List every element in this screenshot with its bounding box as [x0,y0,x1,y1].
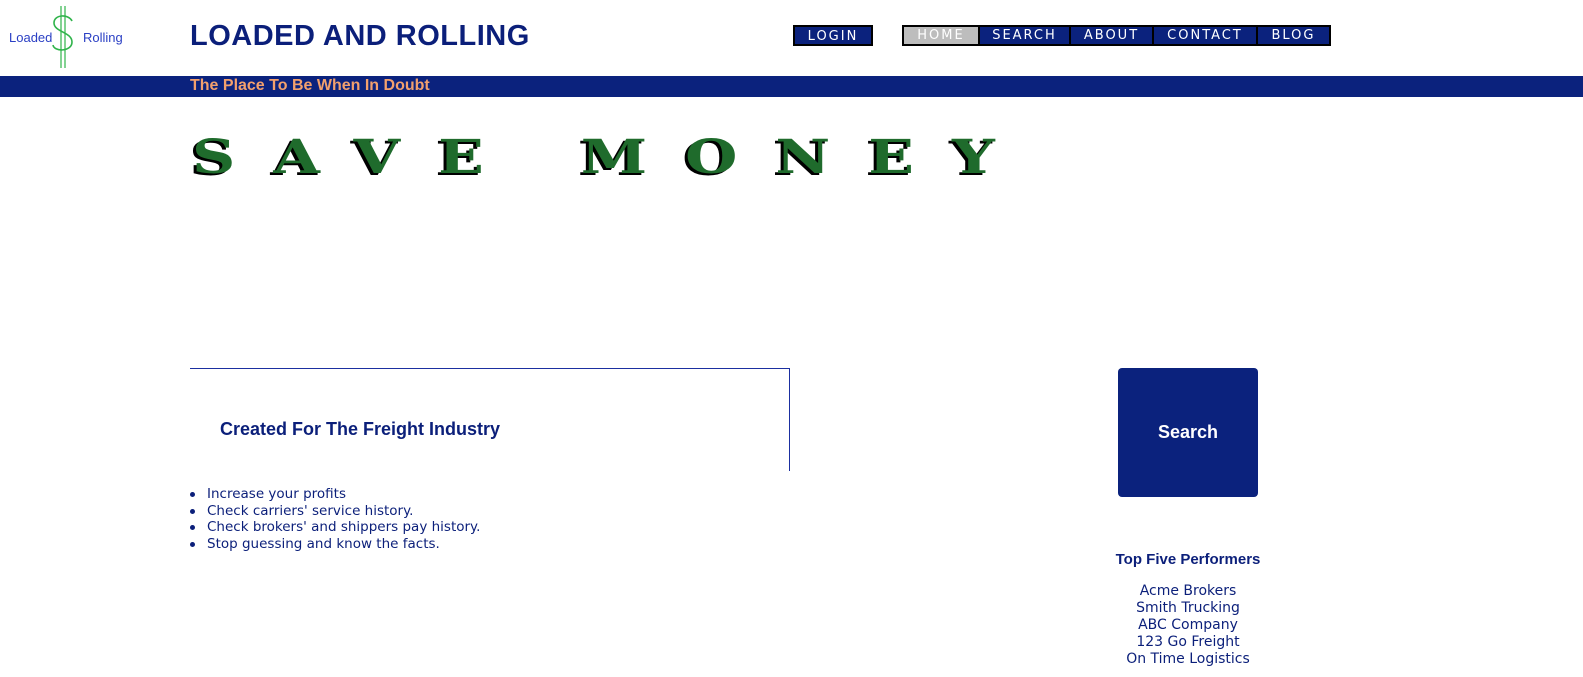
login-button[interactable]: LOGIN [793,25,873,46]
list-item: Check brokers' and shippers pay history. [190,519,480,536]
performer-item[interactable]: Acme Brokers [1098,583,1278,600]
nav-item-about[interactable]: ABOUT [1071,27,1154,44]
logo-word-rolling: Rolling [83,30,123,45]
nav-item-home[interactable]: HOME [904,27,980,44]
top-performers-list: Acme Brokers Smith Trucking ABC Company … [1098,583,1278,668]
main-nav: HOME SEARCH ABOUT CONTACT BLOG [902,25,1331,46]
site-logo[interactable]: Loaded Rolling [8,4,123,70]
benefits-list: Increase your profits Check carriers' se… [190,486,480,552]
search-button[interactable]: Search [1118,368,1258,497]
site-title: LOADED AND ROLLING [190,20,530,52]
site-tagline: The Place To Be When In Doubt [190,77,430,94]
performer-item[interactable]: ABC Company [1098,617,1278,634]
hero-heading: SAVE MONEY [192,130,1033,185]
performer-item[interactable]: Smith Trucking [1098,600,1278,617]
top-performers-title: Top Five Performers [1115,551,1261,568]
performer-item[interactable]: 123 Go Freight [1098,634,1278,651]
nav-item-blog[interactable]: BLOG [1258,27,1329,44]
list-item: Check carriers' service history. [190,503,480,520]
list-item: Increase your profits [190,486,480,503]
dollar-sign-logo-icon [52,6,73,68]
list-item: Stop guessing and know the facts. [190,536,480,553]
performer-item[interactable]: On Time Logistics [1098,651,1278,668]
nav-item-search[interactable]: SEARCH [980,27,1071,44]
intro-heading: Created For The Freight Industry [220,419,501,439]
logo-word-loaded: Loaded [9,30,53,45]
nav-item-contact[interactable]: CONTACT [1154,27,1258,44]
tagline-bar: The Place To Be When In Doubt [0,76,1583,97]
